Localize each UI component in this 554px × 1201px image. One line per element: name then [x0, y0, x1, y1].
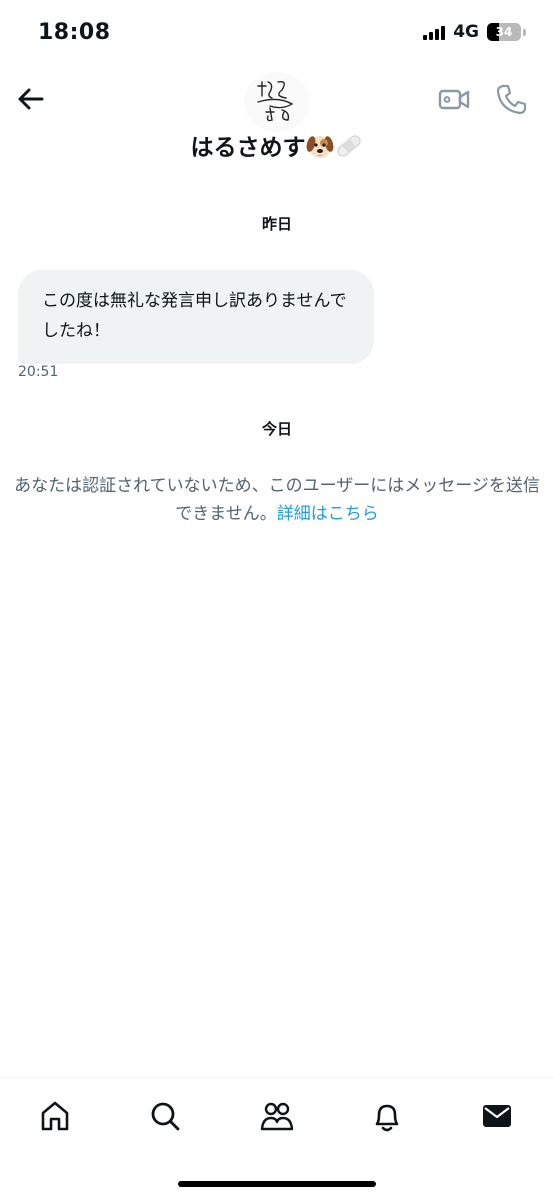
notifications-icon [375, 1104, 399, 1132]
message-timestamp: 20:51 [18, 364, 59, 380]
video-camera-icon [438, 89, 470, 110]
cellular-signal-icon [423, 24, 446, 40]
communities-icon [260, 1102, 294, 1131]
tab-notifications[interactable] [367, 1096, 407, 1136]
messages-icon [483, 1105, 511, 1127]
back-button[interactable] [14, 82, 48, 116]
phone-icon [496, 84, 527, 115]
battery-percent: 34 [495, 25, 513, 39]
display-name: はるさめす [190, 135, 306, 161]
conversation-header: はるさめす [0, 70, 554, 180]
battery-icon: 34 [487, 23, 521, 41]
avatar[interactable] [244, 72, 310, 132]
back-arrow-icon [18, 88, 44, 110]
home-icon [41, 1101, 69, 1131]
network-type: 4G [453, 22, 479, 42]
conversation-title: はるさめす [0, 128, 554, 166]
learn-more-link[interactable]: 詳細はこちら [277, 504, 379, 524]
tab-search[interactable] [145, 1096, 185, 1136]
message-bubble[interactable]: この度は無礼な発言申し訳ありませんでしたね！ [18, 270, 374, 364]
date-separator-today: 今日 [261, 420, 292, 438]
status-indicators: 4G 34 [423, 22, 526, 42]
home-indicator [178, 1181, 376, 1187]
tab-communities[interactable] [257, 1096, 297, 1136]
tab-messages[interactable] [477, 1096, 517, 1136]
voice-call-button[interactable] [495, 82, 529, 116]
video-call-button[interactable] [437, 82, 471, 116]
battery-nub [523, 28, 526, 36]
search-icon [151, 1102, 180, 1131]
message-text: この度は無礼な発言申し訳ありませんでしたね！ [42, 291, 347, 341]
dog-face-emoji-icon [306, 132, 334, 166]
bandage-emoji-icon [334, 132, 364, 166]
cannot-message-notice: あなたは認証されていないため、このユーザーにはメッセージを送信できません。詳細は… [14, 472, 540, 528]
tab-home[interactable] [35, 1096, 75, 1136]
status-bar: 18:08 4G 34 [0, 0, 554, 70]
status-time: 18:08 [38, 20, 111, 45]
avatar-handwriting-logo [257, 80, 294, 122]
date-separator-yesterday: 昨日 [261, 215, 292, 233]
